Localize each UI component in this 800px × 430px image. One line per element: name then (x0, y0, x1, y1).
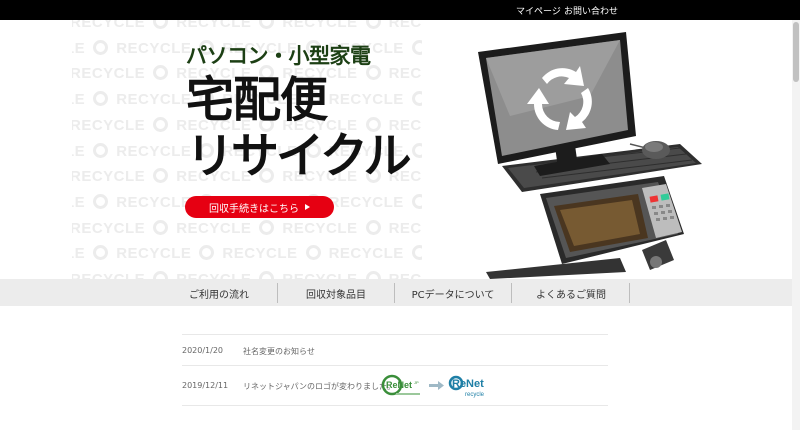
recycle-ring-icon (259, 219, 275, 235)
recycle-ring-icon (305, 245, 321, 261)
background-recycle-word: RECYCLE (72, 271, 145, 279)
svg-text:ReNet: ReNet (452, 378, 484, 390)
background-recycle-word: RECYCLE (176, 219, 252, 237)
recycle-ring-icon (93, 245, 109, 261)
background-recycle-word: RECYCLE (388, 65, 422, 83)
recycle-ring-icon (93, 193, 109, 209)
collection-procedure-label: 回収手続きはこちら (209, 203, 299, 215)
recycle-ring-icon (153, 271, 169, 279)
background-recycle-word: RECYCLE (282, 219, 358, 237)
recycle-ring-icon (411, 245, 422, 261)
news-divider (182, 334, 608, 335)
background-recycle-word: RECYCLE (72, 20, 146, 31)
background-recycle-word: RECYCLE (176, 20, 252, 31)
background-recycle-row: RECYCLERECYCLERECYCLERECYCLERECYCLE (72, 245, 422, 262)
background-recycle-word: RECYCLE (116, 39, 192, 57)
recycle-ring-icon (93, 39, 109, 55)
nav-separator (511, 283, 512, 303)
hero-banner: RECYCLE RECYCLE RECYCLE RECYCLE RECYCLE RECYC… (0, 20, 792, 279)
background-recycle-row: RECYCLERECYCLERECYCLERECYCLERECYCLE (72, 271, 422, 279)
nav-item-pc-data[interactable]: PCデータについて (396, 283, 510, 303)
news-date: 2020/1/20 (182, 346, 224, 355)
recycle-ring-icon (153, 65, 169, 81)
nav-item-eligible-items[interactable]: 回収対象品目 (280, 283, 392, 303)
background-recycle-word: RECYCLE (388, 219, 422, 237)
background-recycle-word: RECYCLE (72, 65, 146, 83)
background-recycle-word: RECYCLE (282, 20, 358, 31)
background-recycle-word: RECYCLE (72, 91, 86, 109)
old-renet-logo: ReNet JP (382, 374, 420, 396)
news-divider (182, 405, 608, 406)
recycle-ring-icon (93, 142, 109, 158)
main-nav: ご利用の流れ 回収対象品目 PCデータについて よくあるご質問 (0, 279, 792, 306)
background-recycle-word: RECYCLE (116, 142, 192, 160)
recycle-ring-icon (153, 20, 169, 29)
svg-text:recycle: recycle (465, 392, 485, 398)
background-recycle-word: RECYCLE (388, 20, 422, 31)
nav-separator (277, 283, 278, 303)
nav-item-usage-flow[interactable]: ご利用の流れ (168, 283, 270, 303)
new-renet-logo: ReNet recycle (448, 375, 485, 398)
contact-link[interactable]: お問い合わせ (564, 4, 618, 17)
background-recycle-word: RECYCLE (116, 91, 192, 109)
background-recycle-word: RECYCLE (72, 142, 86, 160)
microwave-illustration (540, 176, 684, 270)
background-recycle-word: RECYCLE (328, 193, 404, 211)
news-item-link[interactable]: 社名変更のお知らせ (243, 346, 315, 357)
keyboard-front-illustration (486, 258, 626, 279)
news-divider (182, 365, 608, 366)
background-recycle-word: RECYCLE (176, 271, 251, 279)
recycle-ring-icon (199, 245, 215, 261)
news-item-link[interactable]: リネットジャパンのロゴが変わりました。 (243, 381, 395, 392)
recycle-ring-icon (93, 91, 109, 107)
background-recycle-word: RECYCLE (328, 245, 404, 263)
nav-separator (394, 283, 395, 303)
pc-and-appliance-illustration (478, 32, 702, 279)
nav-separator (629, 283, 630, 303)
background-recycle-word: RECYCLE (72, 168, 146, 186)
recycle-ring-icon (153, 168, 169, 184)
background-recycle-word: RECYCLE (72, 219, 146, 237)
hero-title-line1: 宅配便 (186, 72, 328, 128)
top-bar: マイページ お問い合わせ (0, 0, 800, 20)
background-recycle-word: RECYCLE (116, 245, 192, 263)
background-recycle-row: RECYCLERECYCLERECYCLERECYCLERECYCLE (72, 20, 422, 31)
recycle-ring-icon (411, 193, 422, 209)
arrow-right-icon (429, 381, 444, 390)
background-recycle-row: RECYCLERECYCLERECYCLERECYCLERECYCLE (72, 219, 422, 237)
background-recycle-word: RECYCLE (72, 116, 146, 134)
background-recycle-word: RECYCLE (222, 245, 298, 263)
hero-subtitle: パソコン・小型家電 (186, 44, 371, 68)
nav-item-faq[interactable]: よくあるご質問 (513, 283, 629, 303)
recycle-ring-icon (365, 20, 381, 29)
recycle-ring-icon (259, 20, 275, 29)
background-recycle-word: RECYCLE (72, 193, 86, 211)
background-recycle-word: RECYCLE (328, 91, 404, 109)
recycle-ring-icon (411, 142, 422, 158)
collection-procedure-button[interactable]: 回収手続きはこちら (185, 196, 334, 218)
recycle-ring-icon (365, 219, 381, 235)
arrow-right-icon (305, 204, 310, 210)
svg-text:ReNet: ReNet (386, 380, 412, 390)
scrollbar-thumb[interactable] (793, 22, 799, 82)
news-date: 2019/12/11 (182, 381, 229, 390)
background-recycle-word: RECYCLE (282, 271, 357, 279)
background-recycle-word: RECYCLE (72, 245, 86, 263)
recycle-ring-icon (153, 219, 169, 235)
recycle-ring-icon (365, 271, 381, 279)
background-recycle-word: RECYCLE (72, 39, 86, 57)
recycle-ring-icon (411, 39, 422, 55)
background-recycle-word: RECYCLE (116, 193, 192, 211)
recycle-ring-icon (411, 91, 422, 107)
svg-text:JP: JP (414, 380, 419, 385)
mypage-link[interactable]: マイページ (516, 4, 561, 17)
hero-title-line2: リサイクル (186, 128, 412, 184)
recycle-ring-icon (153, 116, 169, 132)
recycle-ring-icon (259, 271, 275, 279)
background-recycle-word: RECYCLE (389, 271, 422, 279)
